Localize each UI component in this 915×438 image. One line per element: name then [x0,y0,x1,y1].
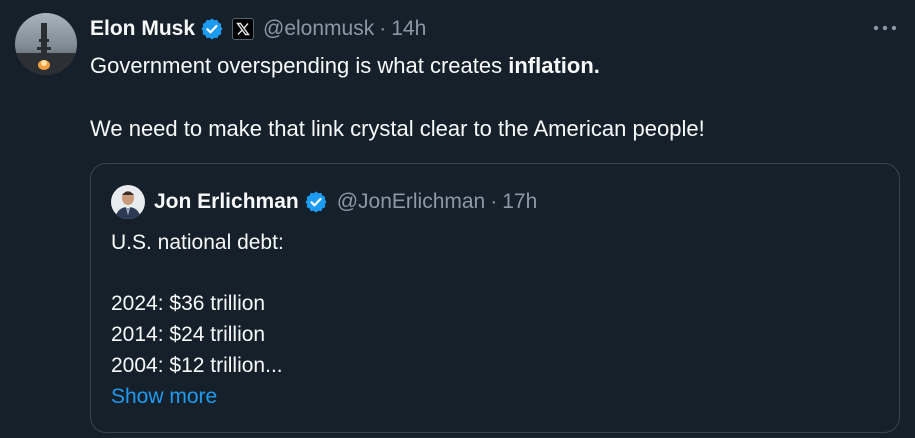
quoted-timestamp[interactable]: 17h [502,190,537,214]
x-logo-icon[interactable] [232,18,255,40]
tweet-text-line-1: Government overspending is what creates … [90,53,600,79]
quoted-text-line: U.S. national debt: [111,231,284,254]
more-options-icon[interactable] [868,16,902,40]
timestamp[interactable]: 14h [391,17,426,41]
quoted-author-name[interactable]: Jon Erlichman [154,190,299,214]
author-name[interactable]: Elon Musk [90,17,195,41]
quoted-text-line: 2024: $36 trillion [111,292,266,315]
quoted-text-line: 2014: $24 trillion [111,323,266,346]
quoted-text-line: 2004: $12 trillion... [111,354,283,377]
author-avatar[interactable] [15,13,77,75]
tweet-text-bold: inflation [508,53,594,78]
quoted-author-handle[interactable]: @JonErlichman [337,190,486,214]
separator: · [490,190,498,213]
verified-badge-icon [304,190,328,214]
quoted-author-avatar[interactable] [111,185,145,219]
show-more-link[interactable]: Show more [111,385,217,409]
tweet-text-suffix: . [593,53,600,78]
separator: · [379,17,387,40]
tweet-text-prefix: Government overspending is what creates [90,53,509,78]
verified-badge-icon [200,17,224,41]
tweet[interactable]: Elon Musk @elonmusk · 14h Government ove… [0,0,915,438]
author-handle[interactable]: @elonmusk [263,17,374,41]
quoted-tweet[interactable]: Jon Erlichman @JonErlichman · 17h U.S. n… [90,163,900,433]
quoted-header: Jon Erlichman @JonErlichman · 17h [111,184,537,220]
tweet-header: Elon Musk @elonmusk · 14h [90,14,426,44]
tweet-text-line-2: We need to make that link crystal clear … [90,116,705,141]
